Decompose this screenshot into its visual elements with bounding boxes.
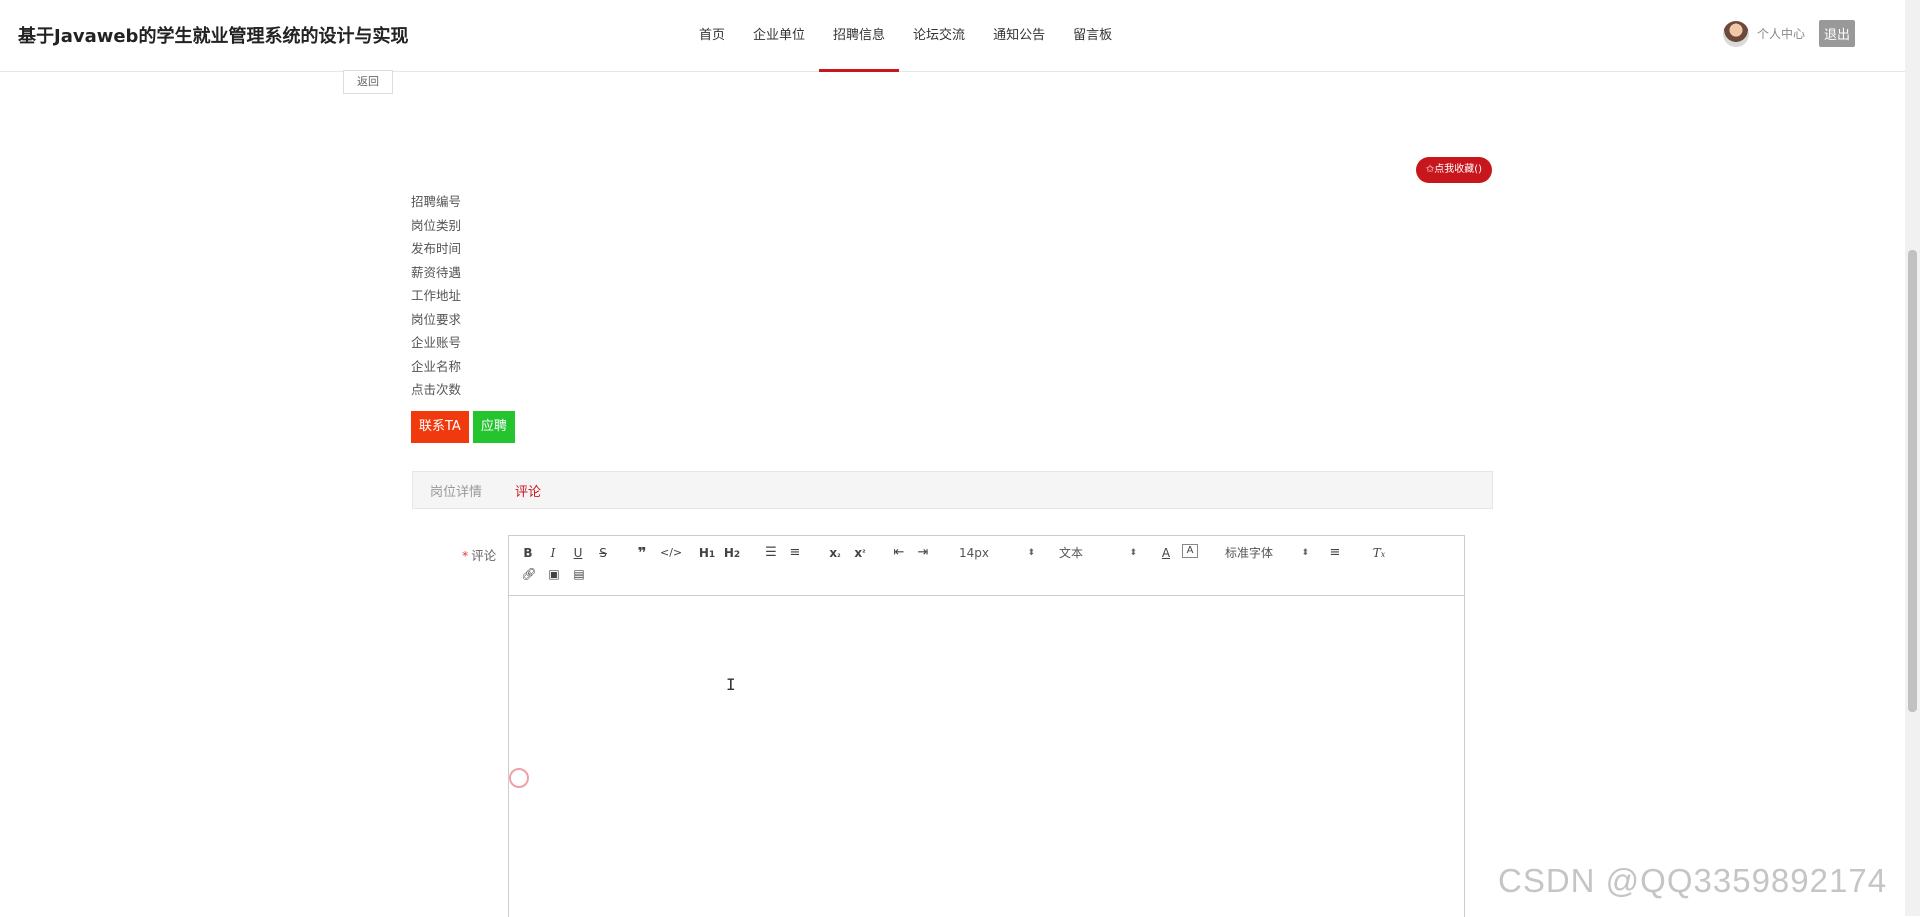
detail-tabs: 岗位详情 评论 (412, 471, 1493, 509)
top-header: 基于Javaweb的学生就业管理系统的设计与实现 首页 企业单位 招聘信息 论坛… (0, 0, 1905, 72)
indent-icon[interactable]: ⇥ (915, 544, 931, 562)
favorite-button[interactable]: ✩点我收藏() (1416, 157, 1492, 183)
nav-item-home[interactable]: 首页 (685, 0, 739, 71)
blockquote-icon[interactable]: ❞ (635, 544, 649, 562)
subscript-icon[interactable]: x₂ (827, 544, 843, 562)
header-value: 文本 (1059, 546, 1084, 560)
logout-button[interactable]: 退出 (1818, 20, 1855, 47)
text-cursor-icon: I (726, 675, 736, 694)
header-select[interactable]: 文本 ⬍ (1059, 544, 1137, 562)
bullet-list-icon[interactable]: ≡ (787, 544, 803, 562)
align-icon[interactable]: ≡ (1327, 544, 1343, 562)
field-requirements: 岗位要求 (411, 311, 462, 327)
superscript-icon[interactable]: x² (852, 544, 868, 562)
avatar[interactable] (1722, 20, 1749, 47)
contact-button[interactable]: 联系TA (411, 411, 469, 443)
font-color-icon[interactable]: A (1159, 544, 1173, 562)
field-salary: 薪资待遇 (411, 264, 462, 280)
comment-label: * 评论 (462, 545, 496, 564)
user-area: 个人中心 退出 (1722, 20, 1855, 47)
field-job-category: 岗位类别 (411, 217, 462, 233)
image-icon[interactable]: ▣ (546, 565, 562, 583)
background-color-icon[interactable]: A (1182, 544, 1198, 558)
back-button[interactable]: 返回 (343, 70, 393, 94)
nav-item-companies[interactable]: 企业单位 (739, 0, 819, 71)
video-icon[interactable]: ▤ (571, 565, 587, 583)
nav-item-jobs[interactable]: 招聘信息 (819, 0, 900, 72)
click-indicator (509, 768, 529, 788)
h1-icon[interactable]: H1 (698, 544, 716, 562)
link-icon[interactable]: 🔗︎ (521, 565, 537, 583)
field-publish-time: 发布时间 (411, 241, 462, 256)
comment-label-text: 评论 (471, 548, 497, 563)
action-buttons: 联系TA 应聘 (411, 411, 515, 443)
code-block-icon[interactable]: </> (660, 544, 682, 562)
watermark: CSDN @QQ3359892174 (1498, 862, 1888, 899)
field-work-address: 工作地址 (411, 288, 462, 303)
field-click-count: 点击次数 (411, 382, 462, 397)
field-company-account: 企业账号 (411, 335, 462, 350)
header-arrow-icon: ⬍ (1129, 548, 1137, 558)
h2-icon[interactable]: H2 (723, 544, 741, 562)
font-size-select[interactable]: 14px ⬍ (959, 544, 1035, 562)
outdent-icon[interactable]: ⇤ (891, 544, 907, 562)
font-family-select[interactable]: 标准字体 ⬍ (1225, 544, 1309, 562)
required-mark: * (462, 548, 469, 563)
strike-icon[interactable]: S (596, 544, 610, 562)
apply-button[interactable]: 应聘 (472, 411, 515, 443)
job-fields: 招聘编号 岗位类别 发布时间 薪资待遇 工作地址 岗位要求 企业账号 企业名称 … (411, 190, 461, 402)
main-nav: 首页 企业单位 招聘信息 论坛交流 通知公告 留言板 (685, 0, 1126, 72)
site-title: 基于Javaweb的学生就业管理系统的设计与实现 (18, 26, 409, 47)
field-job-id: 招聘编号 (411, 194, 462, 209)
italic-icon[interactable]: I (546, 544, 560, 562)
bold-icon[interactable]: B (521, 544, 535, 562)
user-center-link[interactable]: 个人中心 (1757, 25, 1805, 42)
font-family-arrow-icon: ⬍ (1301, 548, 1309, 558)
font-family-value: 标准字体 (1225, 546, 1274, 560)
font-size-arrow-icon: ⬍ (1027, 548, 1035, 558)
tab-comments[interactable]: 评论 (499, 481, 558, 500)
underline-icon[interactable]: U (571, 544, 585, 562)
tab-job-detail[interactable]: 岗位详情 (413, 481, 499, 500)
nav-item-messages[interactable]: 留言板 (1059, 0, 1126, 71)
field-company-name: 企业名称 (411, 358, 462, 374)
rich-text-editor: B I U S ❞ </> H1 H2 ☰ ≡ x₂ x² ⇤ ⇥ 14px ⬍ … (508, 535, 1465, 917)
font-size-value: 14px (959, 546, 989, 560)
editor-content-area[interactable] (509, 596, 1464, 917)
scrollbar-thumb[interactable] (1908, 250, 1917, 712)
ordered-list-icon[interactable]: ☰ (763, 544, 779, 562)
nav-item-forum[interactable]: 论坛交流 (899, 0, 979, 71)
page-scrollbar[interactable] (1905, 0, 1920, 916)
clear-format-icon[interactable]: Tx (1371, 544, 1387, 562)
nav-item-notices[interactable]: 通知公告 (979, 0, 1059, 71)
editor-toolbar: B I U S ❞ </> H1 H2 ☰ ≡ x₂ x² ⇤ ⇥ 14px ⬍ … (509, 536, 1464, 596)
